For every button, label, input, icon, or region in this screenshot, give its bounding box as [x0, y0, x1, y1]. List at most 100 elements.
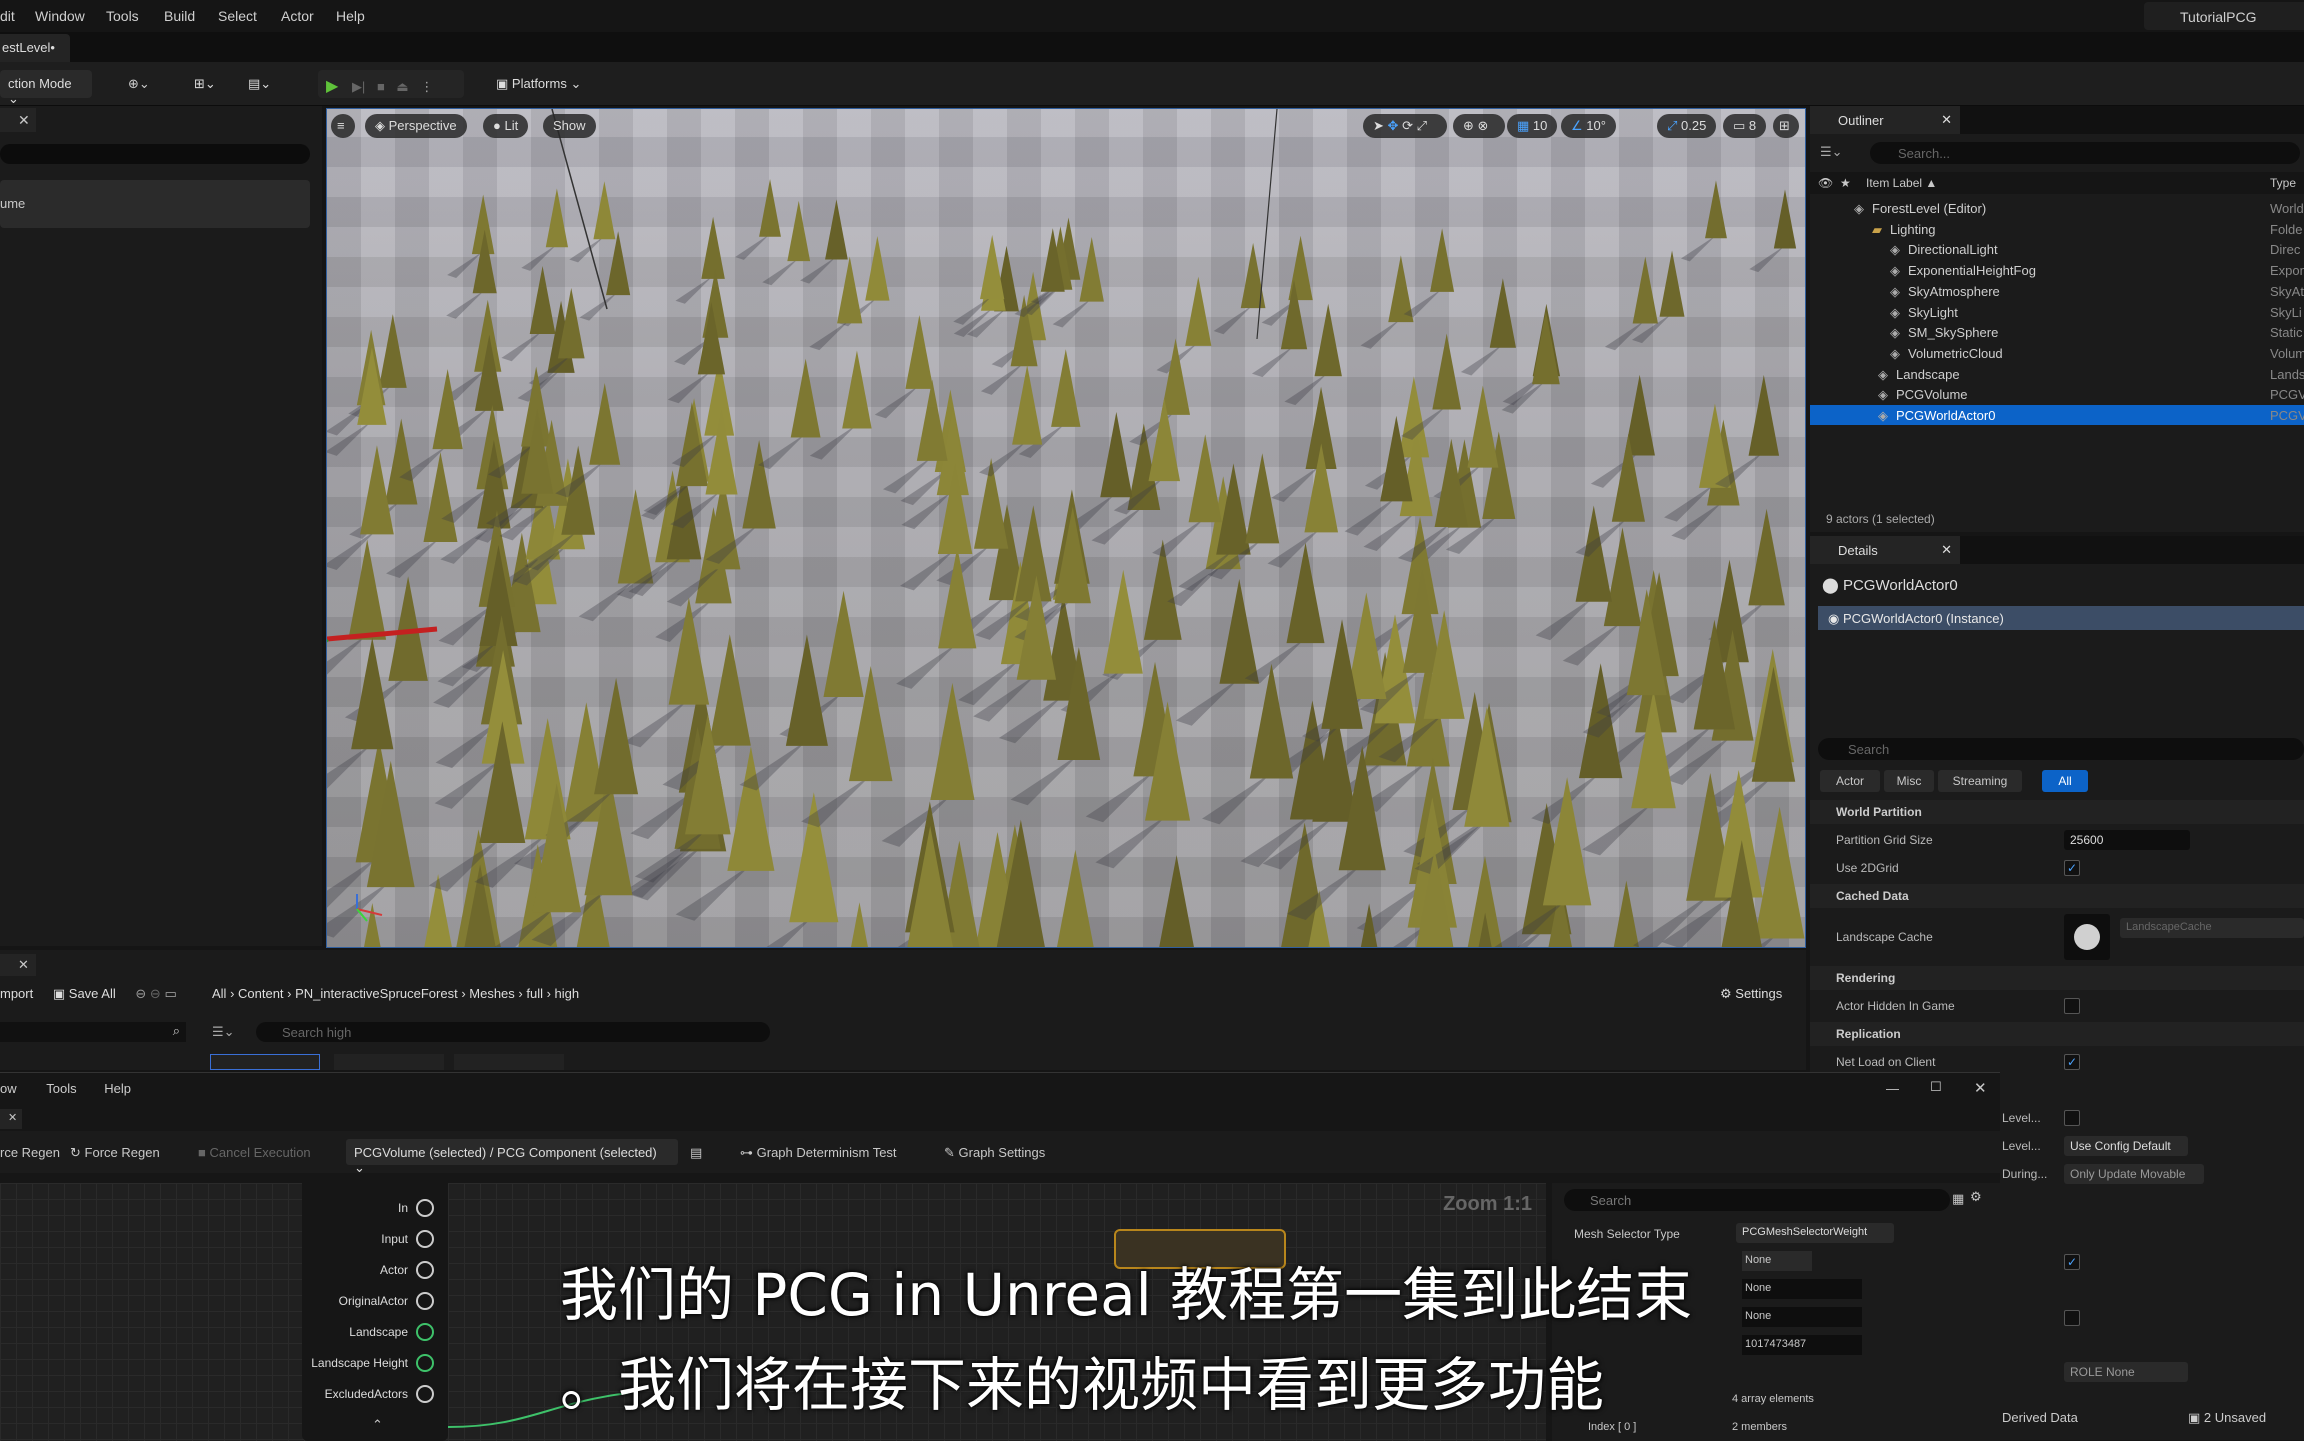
extra-checkbox-1[interactable]: ✓ — [2064, 1254, 2080, 1270]
cb-settings-button[interactable]: ⚙ Settings — [1720, 986, 1782, 1002]
grid-snap[interactable]: ▦ 10 — [1507, 114, 1558, 138]
cb-sources-search[interactable]: ⌕ — [0, 1022, 186, 1042]
determinism-button[interactable]: ⊶ Graph Determinism Test — [740, 1145, 897, 1161]
pcg-details-search[interactable]: Search — [1564, 1189, 1950, 1211]
col-item-label[interactable]: Item Label ▲ — [1866, 176, 1937, 190]
crumb-full[interactable]: full — [526, 986, 543, 1001]
filter-icon[interactable]: ☰⌄ — [1820, 144, 1843, 160]
details-search-input[interactable]: Search — [1818, 738, 2304, 760]
graph-settings-button[interactable]: ✎ Graph Settings — [944, 1145, 1045, 1161]
pin-connector[interactable] — [416, 1292, 434, 1310]
more-icon[interactable]: ⋮ — [420, 79, 433, 94]
step-icon[interactable]: ▶| — [352, 79, 365, 94]
cb-search-input[interactable]: Search high — [256, 1022, 770, 1042]
asset-tile[interactable] — [454, 1054, 564, 1070]
history-back-icon[interactable]: ⊖ — [135, 986, 146, 1001]
outliner-tab[interactable]: Outliner ✕ — [1810, 106, 1960, 134]
cb-tab[interactable]: ✕ — [0, 954, 36, 976]
close-icon[interactable]: ✕ — [1941, 112, 1952, 128]
outliner-row[interactable]: ◈ ExponentialHeightFog Expon — [1810, 260, 2304, 280]
viewport-menu-button[interactable]: ≡ — [331, 114, 355, 138]
asset-tile[interactable] — [210, 1054, 320, 1070]
outliner-row[interactable]: ◈ PCGWorldActor0 PCGV — [1810, 405, 2304, 425]
platforms-button[interactable]: ▣ Platforms ⌄ — [488, 70, 596, 98]
move-icon[interactable]: ✥ — [1388, 118, 1399, 133]
angle-snap[interactable]: ∠ 10° — [1561, 114, 1616, 138]
pin-connector[interactable] — [416, 1261, 434, 1279]
index-label[interactable]: Index [ 0 ] — [1588, 1421, 1636, 1433]
pcg-menu-window[interactable]: ow — [0, 1081, 17, 1096]
hidden-checkbox[interactable] — [2064, 998, 2080, 1014]
asset-tile[interactable] — [334, 1054, 444, 1070]
menu-build[interactable]: Build — [164, 8, 195, 24]
derived-data-status[interactable]: Derived Data — [2002, 1410, 2078, 1425]
crumb-all[interactable]: All — [212, 986, 226, 1001]
outliner-row[interactable]: ◈ SM_SkySphere Static — [1810, 322, 2304, 342]
col-type[interactable]: Type — [2270, 176, 2296, 190]
outliner-row[interactable]: ◈ PCGVolume PCGV — [1810, 384, 2304, 404]
close-icon[interactable]: ✕ — [18, 112, 30, 129]
crumb-spruce[interactable]: PN_interactiveSpruceForest — [295, 986, 458, 1001]
browse-icon[interactable]: ▤ — [690, 1145, 702, 1161]
pcg-tab[interactable]: ✕ — [0, 1109, 22, 1129]
section-replication[interactable]: Replication — [1810, 1022, 2304, 1046]
filter-misc-button[interactable]: Misc — [1884, 770, 1934, 792]
details-tab[interactable]: Details ✕ — [1810, 536, 1960, 564]
maximize-icon[interactable]: ☐ — [1930, 1079, 1942, 1095]
seed-field[interactable]: 1017473487 — [1742, 1335, 1862, 1355]
section-cached-data[interactable]: Cached Data — [1810, 884, 2304, 908]
filter-streaming-button[interactable]: Streaming — [1938, 770, 2022, 792]
pin-connector[interactable] — [416, 1199, 434, 1217]
filter-all-button[interactable]: All — [2042, 770, 2088, 792]
menu-actor[interactable]: Actor — [281, 8, 314, 24]
mesh-selector-dropdown[interactable]: PCGMeshSelectorWeight — [1736, 1223, 1894, 1243]
role-dropdown[interactable]: ROLE None — [2064, 1362, 2188, 1382]
outliner-row[interactable]: ◈ Landscape Lands — [1810, 364, 2304, 384]
camera-speed[interactable]: ▭ 8 — [1723, 114, 1767, 138]
save-all-button[interactable]: ▣ Save All — [53, 986, 116, 1001]
crumb-meshes[interactable]: Meshes — [469, 986, 515, 1001]
filter-actor-button[interactable]: Actor — [1820, 770, 1880, 792]
section-rendering[interactable]: Rendering — [1810, 966, 2304, 990]
table-icon[interactable]: ▦ — [1952, 1191, 1964, 1207]
regen-button[interactable]: rce Regen — [0, 1145, 60, 1160]
extra-checkbox-2[interactable] — [2064, 1310, 2080, 1326]
level1-checkbox[interactable] — [2064, 1110, 2080, 1126]
close-icon[interactable]: ✕ — [1941, 542, 1952, 558]
cb-filter-icon[interactable]: ☰⌄ — [212, 1024, 235, 1040]
coord-tools[interactable]: ⊕ ⊗ — [1453, 114, 1505, 138]
menu-help[interactable]: Help — [336, 8, 365, 24]
use-config-dropdown[interactable]: Use Config Default — [2064, 1136, 2188, 1156]
cinematics-button[interactable]: ▤⌄ — [240, 70, 290, 98]
pcg-menu-help[interactable]: Help — [104, 1081, 131, 1096]
menu-window[interactable]: Window — [35, 8, 85, 24]
menu-select[interactable]: Select — [218, 8, 257, 24]
eject-icon[interactable]: ⏏ — [396, 79, 408, 94]
lit-button[interactable]: ● Lit — [483, 114, 529, 138]
show-button[interactable]: Show — [543, 114, 596, 138]
minimize-icon[interactable]: — — [1886, 1081, 1899, 1096]
netload-checkbox[interactable]: ✓ — [2064, 1054, 2080, 1070]
close-icon[interactable]: ✕ — [8, 1111, 17, 1124]
debug-object-dropdown[interactable]: PCGVolume (selected) / PCG Component (se… — [346, 1139, 678, 1175]
collapse-icon[interactable]: ⌃ — [372, 1417, 383, 1433]
section-world-partition[interactable]: World Partition — [1810, 800, 2304, 824]
pin-connector[interactable] — [416, 1354, 434, 1372]
force-regen-button[interactable]: ↻ Force Regen — [70, 1145, 160, 1161]
history-forward-icon[interactable]: ⊖ — [150, 986, 161, 1001]
none-field[interactable]: None — [1742, 1279, 1862, 1299]
input-node[interactable]: In Input Actor OriginalActor Landscape Landsc… — [302, 1183, 448, 1441]
use2d-checkbox[interactable]: ✓ — [2064, 860, 2080, 876]
update-movable-dropdown[interactable]: Only Update Movable — [2064, 1164, 2204, 1184]
scale-snap[interactable]: ⤢ 0.25 — [1657, 114, 1717, 138]
component-instance-row[interactable]: ◉ PCGWorldActor0 (Instance) — [1818, 606, 2304, 630]
cancel-execution-button[interactable]: ■ Cancel Execution — [198, 1145, 311, 1160]
left-panel-tab[interactable]: ✕ — [0, 108, 36, 132]
close-icon[interactable]: ✕ — [18, 957, 29, 973]
left-list-item[interactable]: ume — [0, 180, 310, 228]
layout-button[interactable]: ⊞ — [1773, 114, 1799, 138]
unsaved-status[interactable]: ▣ 2 Unsaved — [2188, 1410, 2266, 1426]
outliner-row[interactable]: ◈ ForestLevel (Editor) World — [1810, 198, 2304, 218]
play-icon[interactable]: ▶ — [326, 78, 338, 95]
stop-icon[interactable]: ■ — [377, 79, 385, 94]
